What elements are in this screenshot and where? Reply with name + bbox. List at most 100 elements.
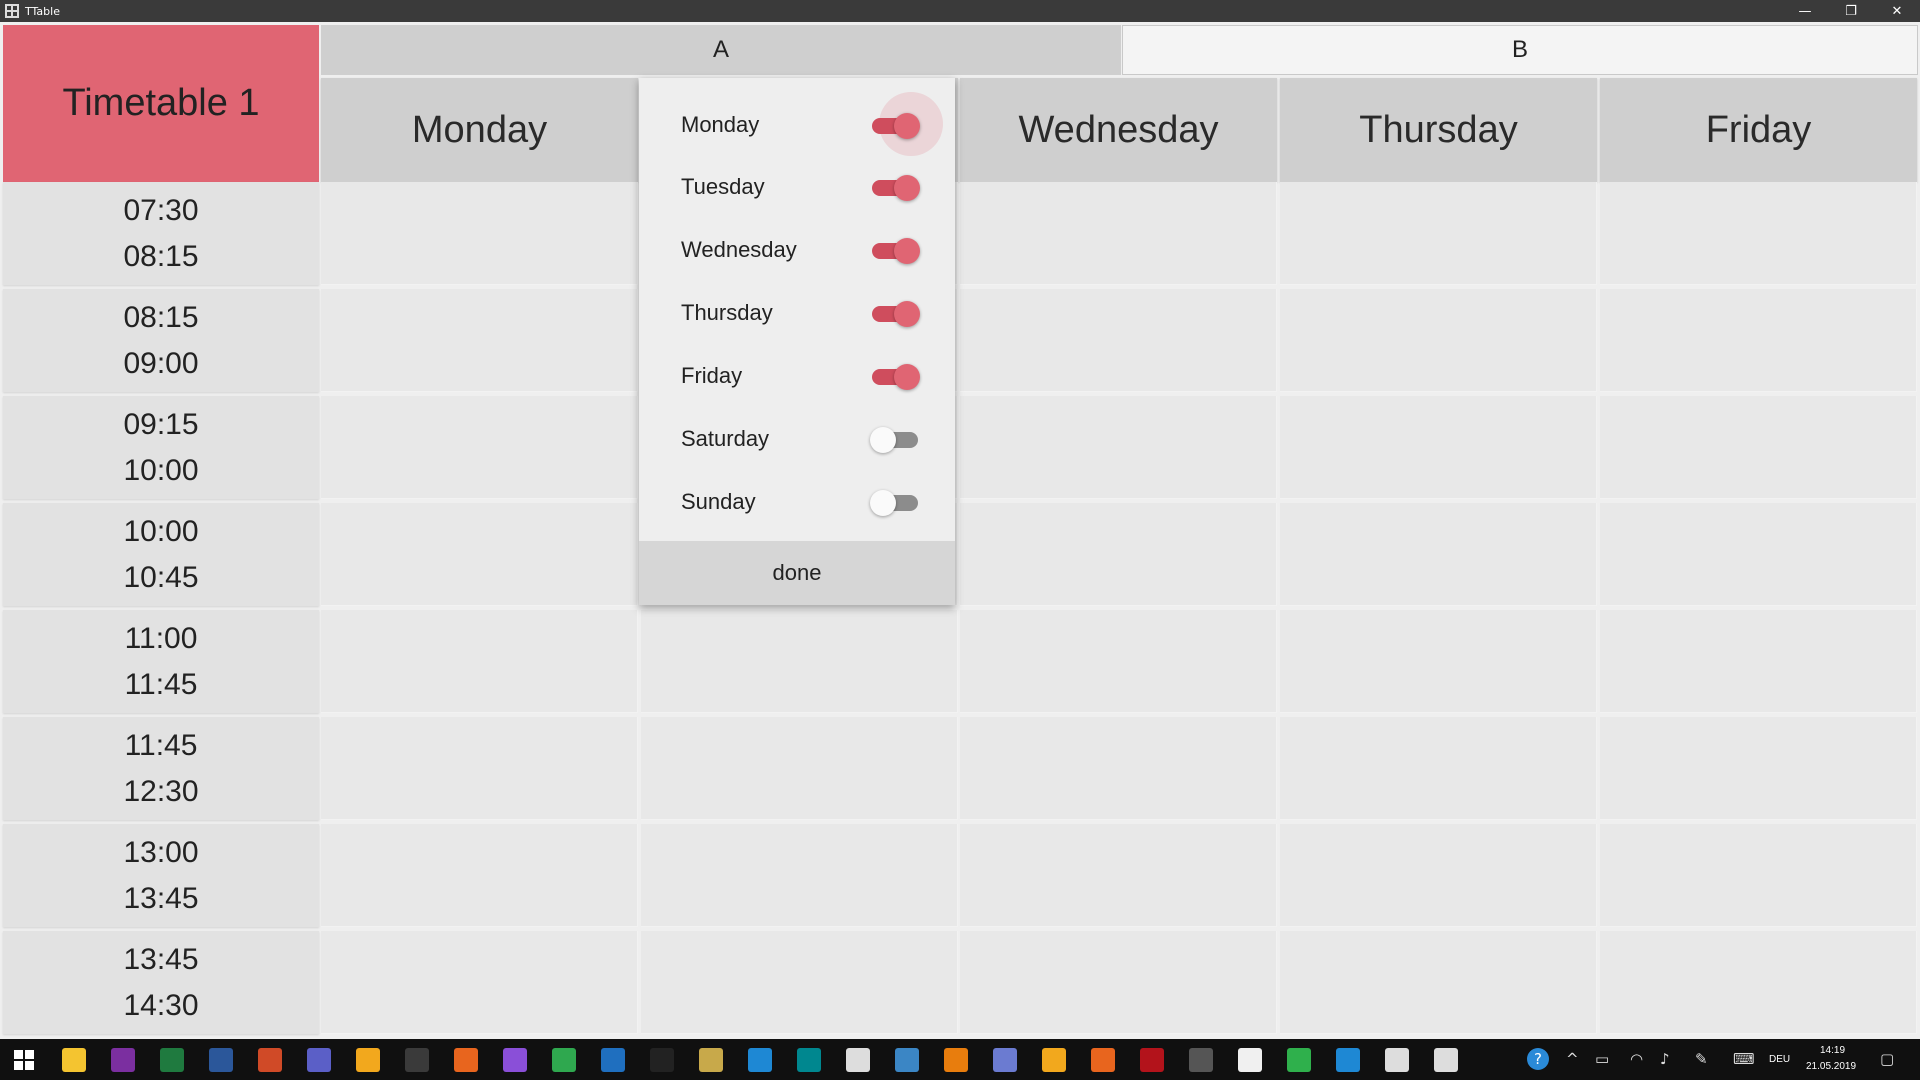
lesson-slot[interactable] xyxy=(321,182,638,285)
ttable-icon[interactable] xyxy=(1385,1048,1409,1072)
lesson-slot[interactable] xyxy=(1280,931,1597,1034)
lesson-slot[interactable] xyxy=(321,610,638,713)
lesson-slot[interactable] xyxy=(641,931,958,1034)
day-toggle-switch-saturday[interactable] xyxy=(870,424,924,454)
lesson-slot[interactable] xyxy=(1600,289,1917,392)
time-slot[interactable]: 10:00 10:45 xyxy=(3,503,319,606)
tab-b[interactable]: B xyxy=(1122,25,1918,75)
notifications-icon[interactable]: ▢ xyxy=(1880,1050,1894,1068)
lesson-slot[interactable] xyxy=(960,610,1277,713)
day-toggle-row-sunday[interactable]: Sunday xyxy=(639,472,955,532)
day-toggle-row-thursday[interactable]: Thursday xyxy=(639,283,955,343)
headset-app-icon[interactable] xyxy=(895,1048,919,1072)
lesson-slot[interactable] xyxy=(1280,182,1597,285)
lesson-slot[interactable] xyxy=(321,396,638,499)
powerpoint-icon[interactable] xyxy=(258,1048,282,1072)
whatsapp-icon[interactable] xyxy=(405,1048,429,1072)
lesson-slot[interactable] xyxy=(1600,824,1917,927)
tab-a[interactable]: A xyxy=(321,25,1121,75)
lesson-slot[interactable] xyxy=(960,396,1277,499)
calculator-icon[interactable] xyxy=(1189,1048,1213,1072)
clock-time[interactable]: 14:19 xyxy=(1820,1045,1845,1056)
blender-icon[interactable] xyxy=(944,1048,968,1072)
lesson-slot[interactable] xyxy=(1280,396,1597,499)
notepad-app-icon[interactable] xyxy=(601,1048,625,1072)
restore-button[interactable]: ❐ xyxy=(1828,0,1874,22)
lesson-slot[interactable] xyxy=(960,717,1277,820)
help-icon[interactable]: ? xyxy=(1527,1048,1549,1070)
lesson-slot[interactable] xyxy=(321,824,638,927)
teams-icon[interactable] xyxy=(307,1048,331,1072)
time-slot[interactable]: 11:00 11:45 xyxy=(3,610,319,713)
done-button[interactable]: done xyxy=(639,541,955,605)
pycharm-icon[interactable] xyxy=(650,1048,674,1072)
day-toggle-switch-thursday[interactable] xyxy=(870,298,924,328)
lesson-slot[interactable] xyxy=(960,289,1277,392)
android-studio-icon[interactable] xyxy=(552,1048,576,1072)
day-toggle-row-saturday[interactable]: Saturday xyxy=(639,409,955,469)
timetable-title[interactable]: Timetable 1 xyxy=(3,25,319,182)
switch-thumb[interactable] xyxy=(894,175,920,201)
onenote-icon[interactable] xyxy=(111,1048,135,1072)
lesson-slot[interactable] xyxy=(321,503,638,606)
etsy-app-icon[interactable] xyxy=(1091,1048,1115,1072)
lesson-slot[interactable] xyxy=(1280,503,1597,606)
lesson-slot[interactable] xyxy=(1280,610,1597,713)
clock-date[interactable]: 21.05.2019 xyxy=(1806,1061,1856,1072)
switch-thumb[interactable] xyxy=(870,490,896,516)
keyboard-icon[interactable]: ⌨ xyxy=(1733,1050,1755,1068)
lesson-slot[interactable] xyxy=(1600,503,1917,606)
lesson-slot[interactable] xyxy=(1280,289,1597,392)
cube-app-icon[interactable] xyxy=(699,1048,723,1072)
file-explorer-icon[interactable] xyxy=(62,1048,86,1072)
lesson-slot[interactable] xyxy=(321,931,638,1034)
switch-thumb[interactable] xyxy=(894,113,920,139)
discord-icon[interactable] xyxy=(993,1048,1017,1072)
day-toggle-switch-monday[interactable] xyxy=(870,92,943,156)
ttable-second-icon[interactable] xyxy=(1434,1048,1458,1072)
day-header-thursday[interactable]: Thursday xyxy=(1280,78,1597,182)
lesson-slot[interactable] xyxy=(960,503,1277,606)
sync-icon[interactable] xyxy=(1287,1048,1311,1072)
unity-icon[interactable] xyxy=(846,1048,870,1072)
volume-icon[interactable]: ♪ xyxy=(1660,1050,1670,1068)
switch-thumb[interactable] xyxy=(894,301,920,327)
day-header-monday[interactable]: Monday xyxy=(321,78,638,182)
arduino-icon[interactable] xyxy=(797,1048,821,1072)
day-toggle-switch-friday[interactable] xyxy=(870,361,924,391)
day-header-wednesday[interactable]: Wednesday xyxy=(960,78,1277,182)
day-toggle-row-monday[interactable]: Monday xyxy=(639,92,955,156)
remote-app-icon[interactable] xyxy=(1336,1048,1360,1072)
day-header-friday[interactable]: Friday xyxy=(1600,78,1917,182)
lesson-slot[interactable] xyxy=(960,931,1277,1034)
day-toggle-row-wednesday[interactable]: Wednesday xyxy=(639,220,955,280)
chevron-up-icon[interactable]: ^ xyxy=(1566,1050,1579,1068)
time-slot[interactable]: 09:15 10:00 xyxy=(3,396,319,499)
lesson-slot[interactable] xyxy=(960,182,1277,285)
vscode-icon[interactable] xyxy=(748,1048,772,1072)
clock-app-icon[interactable] xyxy=(356,1048,380,1072)
language-indicator[interactable]: DEU xyxy=(1769,1054,1790,1065)
time-slot[interactable]: 07:30 08:15 xyxy=(3,182,319,285)
time-slot[interactable]: 08:15 09:00 xyxy=(3,289,319,392)
fiverr-app-icon[interactable] xyxy=(1042,1048,1066,1072)
lesson-slot[interactable] xyxy=(1280,717,1597,820)
filezilla-icon[interactable] xyxy=(1140,1048,1164,1072)
day-toggle-switch-sunday[interactable] xyxy=(870,487,924,517)
lesson-slot[interactable] xyxy=(1600,931,1917,1034)
switch-thumb[interactable] xyxy=(870,427,896,453)
lesson-slot[interactable] xyxy=(1600,717,1917,820)
switch-thumb[interactable] xyxy=(894,238,920,264)
word-icon[interactable] xyxy=(209,1048,233,1072)
messenger-icon[interactable] xyxy=(503,1048,527,1072)
lesson-slot[interactable] xyxy=(641,824,958,927)
pen-icon[interactable]: ✎ xyxy=(1695,1050,1708,1068)
lesson-slot[interactable] xyxy=(1600,610,1917,713)
time-slot[interactable]: 13:00 13:45 xyxy=(3,824,319,927)
battery-icon[interactable]: ▭ xyxy=(1595,1050,1609,1068)
windows-start-icon[interactable] xyxy=(14,1050,34,1070)
day-toggle-switch-tuesday[interactable] xyxy=(870,172,924,202)
switch-thumb[interactable] xyxy=(894,364,920,390)
day-toggle-switch-wednesday[interactable] xyxy=(870,235,924,265)
excel-icon[interactable] xyxy=(160,1048,184,1072)
